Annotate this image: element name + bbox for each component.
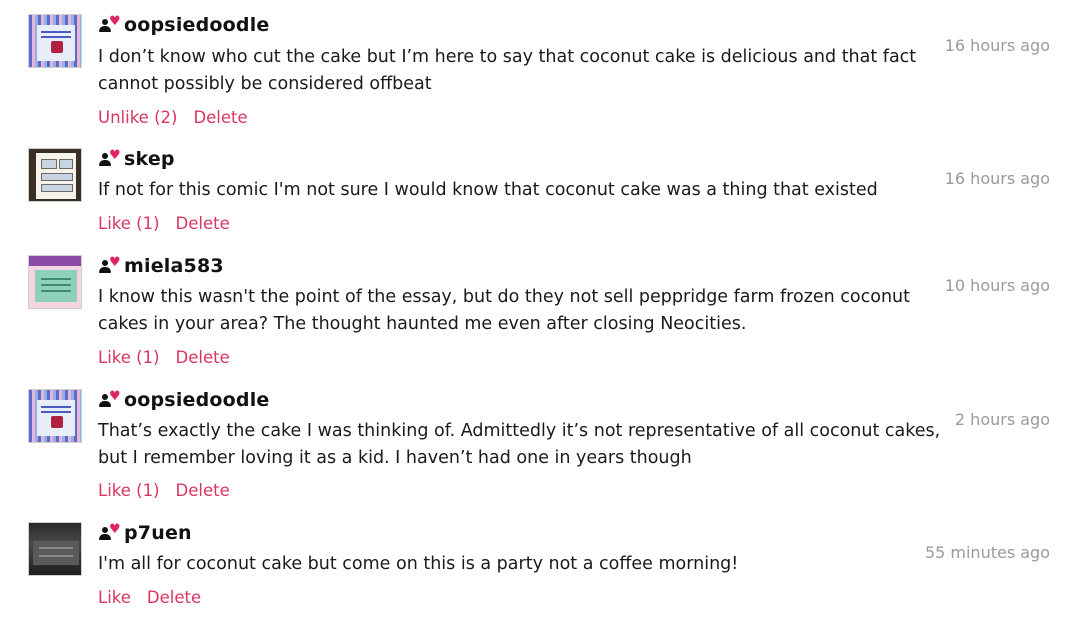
avatar[interactable] [28,255,82,309]
comment-actions: Like (1) Delete [98,214,230,233]
comment-timestamp[interactable]: 16 hours ago [945,36,1050,55]
username-link[interactable]: miela583 [124,255,224,277]
username-link[interactable]: skep [124,148,175,170]
comment-author: ♥ oopsiedoodle [98,389,270,411]
like-button[interactable]: Like (1) [98,481,160,500]
username-link[interactable]: oopsiedoodle [124,14,270,36]
comment-text: I don’t know who cut the cake but I’m he… [98,47,917,94]
comment-text: If not for this comic I'm not sure I wou… [98,180,878,200]
user-heart-icon: ♥ [98,256,124,276]
like-button[interactable]: Like (1) [98,214,160,233]
username-link[interactable]: p7uen [124,522,192,544]
comment-actions: Like Delete [98,588,201,607]
comment-actions: Unlike (2) Delete [98,108,248,127]
comment-author: ♥ p7uen [98,522,192,544]
user-heart-icon: ♥ [98,523,124,543]
delete-button[interactable]: Delete [147,588,201,607]
comment-author: ♥ miela583 [98,255,224,277]
comment-actions: Like (1) Delete [98,348,230,367]
delete-button[interactable]: Delete [176,481,230,500]
comment-timestamp[interactable]: 2 hours ago [955,410,1050,429]
like-button[interactable]: Unlike (2) [98,108,177,127]
like-button[interactable]: Like [98,588,131,607]
avatar[interactable] [28,14,82,68]
delete-button[interactable]: Delete [176,348,230,367]
delete-button[interactable]: Delete [176,214,230,233]
avatar[interactable] [28,522,82,576]
delete-button[interactable]: Delete [193,108,247,127]
comment-timestamp[interactable]: 16 hours ago [945,169,1050,188]
username-link[interactable]: oopsiedoodle [124,389,270,411]
user-heart-icon: ♥ [98,15,124,35]
user-heart-icon: ♥ [98,149,124,169]
avatar[interactable] [28,148,82,202]
comment-actions: Like (1) Delete [98,481,230,500]
like-button[interactable]: Like (1) [98,348,160,367]
comment-timestamp[interactable]: 10 hours ago [945,276,1050,295]
comment-timestamp[interactable]: 55 minutes ago [925,543,1050,562]
comment-text: That’s exactly the cake I was thinking o… [98,421,941,468]
comment-text: I'm all for coconut cake but come on thi… [98,554,739,574]
comment-author: ♥ skep [98,148,175,170]
comment-author: ♥ oopsiedoodle [98,14,270,36]
avatar[interactable] [28,389,82,443]
comment-text: I know this wasn't the point of the essa… [98,287,910,334]
user-heart-icon: ♥ [98,390,124,410]
